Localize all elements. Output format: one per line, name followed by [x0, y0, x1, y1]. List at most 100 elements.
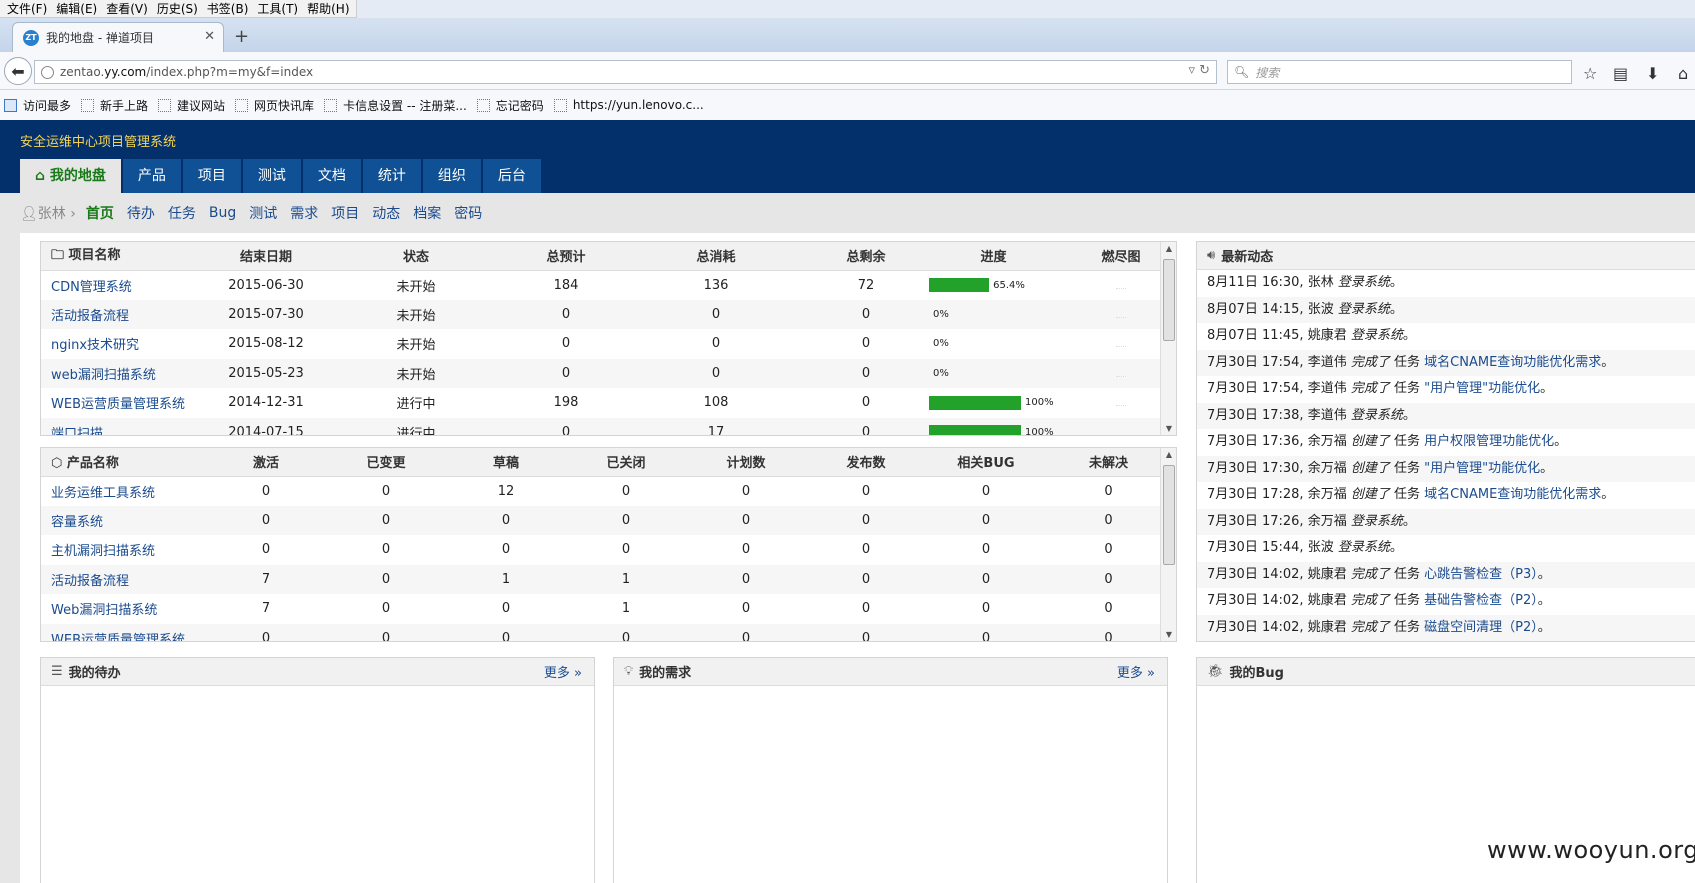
dynamic-link[interactable]: 域名CNAME查询功能优化需求 — [1424, 355, 1601, 370]
burndown-chart — [1116, 316, 1126, 318]
project-link[interactable]: CDN管理系统 — [51, 280, 132, 295]
project-link[interactable]: 端口扫描 — [51, 427, 103, 435]
dynamic-link[interactable]: "用户管理"功能优化 — [1424, 381, 1540, 396]
menu-edit[interactable]: 编辑(E) — [53, 0, 103, 17]
bookmark-label: 网页快讯库 — [254, 98, 315, 113]
dynamic-end: 。 — [1537, 619, 1551, 635]
scroll-down-icon[interactable]: ▼ — [1161, 630, 1176, 639]
product-name-cell: 活动报备流程 — [41, 564, 211, 594]
product-link[interactable]: 容量系统 — [51, 515, 103, 530]
dynamic-link[interactable]: 基础告警检查（P2） — [1424, 593, 1538, 608]
new-tab-button[interactable]: + — [234, 26, 249, 47]
bookmark-item[interactable]: 建议网站 — [158, 97, 225, 114]
scroll-up-icon[interactable]: ▲ — [1161, 450, 1176, 459]
download-icon[interactable]: ⬇ — [1646, 64, 1659, 83]
nav-product[interactable]: 产品 — [122, 159, 181, 193]
browser-tab[interactable]: ZT 我的地盘 - 禅道项目 ✕ — [12, 22, 224, 52]
products-header-row: ⬡ 产品名称 激活 已变更 草稿 已关闭 计划数 发布数 相关BUG 未解决 — [41, 448, 1176, 477]
product-draft: 0 — [501, 542, 511, 558]
project-link[interactable]: nginx技术研究 — [51, 338, 139, 353]
dynamic-item: 7月30日 17:30, 余万福 创建了 任务 "用户管理"功能优化。 — [1197, 455, 1695, 482]
bookmark-item[interactable]: 网页快讯库 — [235, 97, 314, 114]
scroll-thumb[interactable] — [1163, 259, 1175, 341]
navigation-toolbar: ⬅ zentao. yy.com/index.php?m=my&f=index ▿… — [0, 52, 1695, 90]
bookmark-item[interactable]: 访问最多 — [4, 97, 71, 114]
col-end-date: 结束日期 — [211, 242, 321, 271]
dynamic-link[interactable]: 用户权限管理功能优化 — [1424, 434, 1554, 449]
subnav-profile[interactable]: 档案 — [413, 203, 441, 223]
bookmark-item[interactable]: https://yun.lenovo.c... — [553, 98, 704, 112]
subnav-project[interactable]: 项目 — [331, 203, 359, 223]
subnav-bug[interactable]: Bug — [209, 205, 236, 221]
menu-history[interactable]: 历史(S) — [154, 0, 204, 17]
close-tab-icon[interactable]: ✕ — [204, 29, 215, 44]
back-button[interactable]: ⬅ — [4, 57, 32, 85]
scroll-thumb[interactable] — [1163, 465, 1175, 565]
bookmark-item[interactable]: 卡信息设置 -- 注册菜... — [324, 97, 467, 114]
reading-list-icon[interactable]: ▤ — [1613, 64, 1628, 83]
menu-help[interactable]: 帮助(H) — [304, 0, 355, 17]
product-releases: 0 — [861, 601, 871, 617]
subnav-home[interactable]: 首页 — [86, 203, 114, 223]
search-placeholder: 搜索 — [1255, 65, 1280, 80]
address-bar[interactable]: zentao. yy.com/index.php?m=my&f=index ▿ ↻ — [34, 60, 1217, 84]
nav-project[interactable]: 项目 — [182, 159, 241, 193]
subnav-dynamic[interactable]: 动态 — [372, 203, 400, 223]
dynamics-panel: 🔊︎ 最新动态 8月11日 16:30, 张林 登录系统。 8月07日 14:15,… — [1196, 241, 1695, 642]
projects-scrollbar[interactable]: ▲ ▼ — [1160, 242, 1176, 435]
nav-admin[interactable]: 后台 — [482, 159, 541, 193]
dynamic-link[interactable]: 磁盘空间清理（P2） — [1424, 620, 1538, 635]
dynamic-user: 余万福 — [1307, 434, 1347, 449]
nav-my[interactable]: ⌂ 我的地盘 — [20, 159, 121, 193]
menu-bookmarks[interactable]: 书签(B) — [204, 0, 255, 17]
menu-bar: 文件(F) 编辑(E) 查看(V) 历史(S) 书签(B) 工具(T) 帮助(H… — [0, 0, 1695, 18]
user-breadcrumb: 👤︎张林 › — [20, 206, 76, 222]
project-link[interactable]: web漏洞扫描系统 — [51, 368, 156, 383]
menu-tools[interactable]: 工具(T) — [254, 0, 304, 17]
scroll-up-icon[interactable]: ▲ — [1161, 244, 1176, 253]
product-active: 0 — [261, 542, 271, 558]
url-prefix: zentao. — [60, 65, 105, 79]
bookmark-item[interactable]: 忘记密码 — [476, 97, 544, 114]
story-panel: 💡︎ 我的需求 更多 » — [613, 657, 1168, 883]
col-unresolved: 未解决 — [1041, 448, 1176, 477]
search-input[interactable]: 🔍︎ 搜索 — [1227, 60, 1572, 84]
product-name-cell: 容量系统 — [41, 505, 211, 535]
burndown-chart — [1116, 434, 1126, 435]
nav-test[interactable]: 测试 — [242, 159, 301, 193]
products-panel: ⬡ 产品名称 激活 已变更 草稿 已关闭 计划数 发布数 相关BUG 未解决 业… — [40, 447, 1177, 642]
product-link[interactable]: WEB运营质量管理系统 — [51, 633, 185, 641]
nav-doc[interactable]: 文档 — [302, 159, 361, 193]
story-more-link[interactable]: 更多 » — [1117, 662, 1155, 681]
dynamic-object: 任务 — [1394, 487, 1421, 502]
bookmark-item[interactable]: 新手上路 — [81, 97, 148, 114]
project-left: 0 — [811, 358, 921, 388]
home-icon[interactable]: ⌂ — [1678, 64, 1688, 83]
subnav-test[interactable]: 测试 — [249, 203, 277, 223]
project-link[interactable]: WEB运营质量管理系统 — [51, 397, 185, 412]
progress-indicator: 0% — [921, 309, 1066, 320]
scroll-down-icon[interactable]: ▼ — [1161, 424, 1176, 433]
todo-more-link[interactable]: 更多 » — [544, 662, 582, 681]
reload-icon[interactable]: ▿ ↻ — [1188, 63, 1210, 78]
menu-view[interactable]: 查看(V) — [103, 0, 154, 17]
subnav-story[interactable]: 需求 — [290, 203, 318, 223]
dynamic-link[interactable]: 域名CNAME查询功能优化需求 — [1424, 487, 1601, 502]
product-link[interactable]: Web漏洞扫描系统 — [51, 603, 157, 618]
product-link[interactable]: 业务运维工具系统 — [51, 486, 155, 501]
dynamic-link[interactable]: 心跳告警检查（P3） — [1424, 567, 1538, 582]
subnav-task[interactable]: 任务 — [168, 203, 196, 223]
dynamic-object: 任务 — [1394, 593, 1421, 608]
nav-company[interactable]: 组织 — [422, 159, 481, 193]
products-scrollbar[interactable]: ▲ ▼ — [1160, 448, 1176, 641]
product-link[interactable]: 主机漏洞扫描系统 — [51, 544, 155, 559]
subnav-password[interactable]: 密码 — [454, 203, 482, 223]
star-icon[interactable]: ☆ — [1583, 64, 1597, 83]
project-link[interactable]: 活动报备流程 — [51, 309, 129, 324]
nav-report[interactable]: 统计 — [362, 159, 421, 193]
subnav-todo[interactable]: 待办 — [127, 203, 155, 223]
menu-file[interactable]: 文件(F) — [4, 0, 53, 17]
product-link[interactable]: 活动报备流程 — [51, 574, 129, 589]
product-changed: 0 — [381, 542, 391, 558]
dynamic-link[interactable]: "用户管理"功能优化 — [1424, 461, 1540, 476]
